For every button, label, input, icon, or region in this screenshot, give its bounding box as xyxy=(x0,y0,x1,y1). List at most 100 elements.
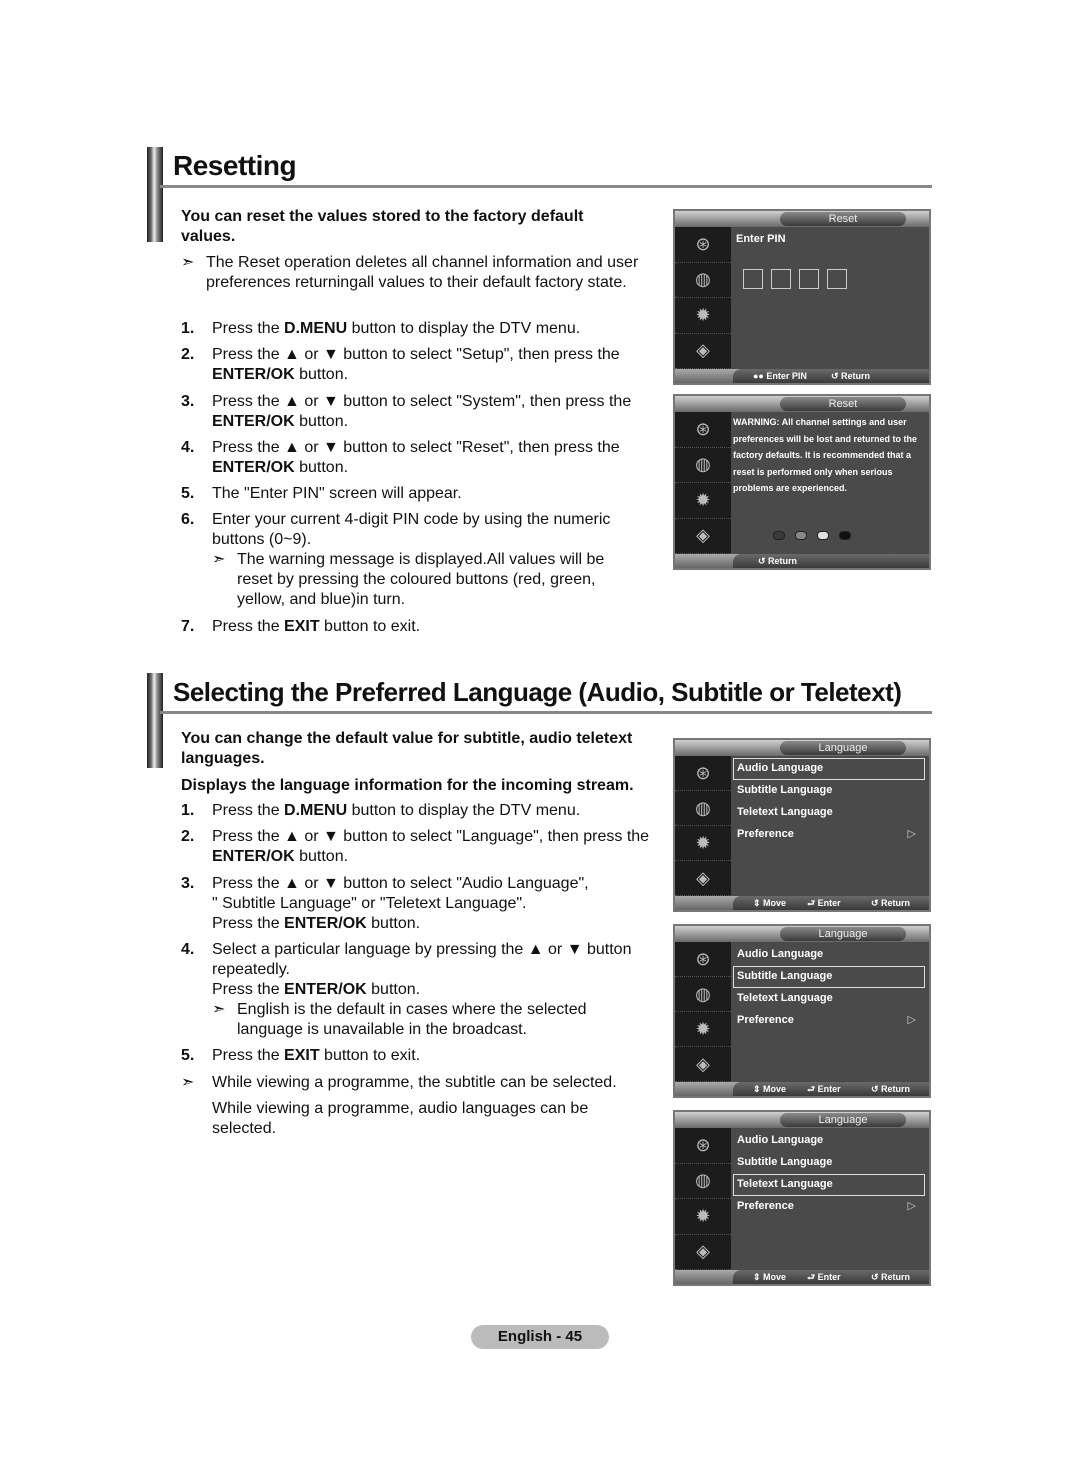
satellite-dish-icon[interactable]: ◍ xyxy=(675,977,731,1012)
note-text: While viewing a programme, the subtitle … xyxy=(212,1074,617,1091)
satellite-dish-icon[interactable]: ◍ xyxy=(675,448,731,483)
menu-item[interactable]: Audio Language xyxy=(733,944,925,966)
note-text: The Reset operation deletes all channel … xyxy=(206,254,639,291)
osd-footer-bar: ⇕ Move ⮐ Enter ↺ Return xyxy=(733,1270,929,1284)
color-button-dot[interactable] xyxy=(773,531,785,540)
menu-item-label: Preference xyxy=(737,1014,794,1026)
menu-item[interactable]: Preference ▷ xyxy=(733,824,925,846)
osd-footer: ⇕ Move ⮐ Enter ↺ Return xyxy=(675,1082,929,1096)
step-text: Press the ▲ or ▼ button to select "Reset… xyxy=(212,439,620,476)
globe-icon[interactable]: ◈ xyxy=(675,519,731,554)
menu-item[interactable]: Teletext Language xyxy=(733,1174,925,1196)
page-number-badge: English - 45 xyxy=(471,1325,609,1349)
osd-screen-language: Language ⊛ ◍ ✹ ◈ Audio Language Subtitle Langu… xyxy=(673,1110,931,1286)
step-text: Press the ▲ or ▼ button to select "Syste… xyxy=(212,393,632,430)
menu-item[interactable]: Audio Language xyxy=(733,1130,925,1152)
antenna-icon[interactable]: ⊛ xyxy=(675,227,731,263)
section-intro: You can change the default value for sub… xyxy=(181,730,633,767)
globe-icon[interactable]: ◈ xyxy=(675,1047,731,1082)
osd-title: Reset xyxy=(780,397,906,411)
footer-hint: ⇕ Move xyxy=(753,1084,787,1094)
osd-footer: ●● Enter PIN ↺ Return xyxy=(675,369,929,383)
step-text: Enter your current 4-digit PIN code by u… xyxy=(212,511,611,548)
chevron-right-icon: ▷ xyxy=(907,828,916,840)
step-number: 3. xyxy=(181,875,195,892)
arrow-icon: ➣ xyxy=(181,1074,195,1091)
menu-item[interactable]: Teletext Language xyxy=(733,802,925,824)
osd-header: Language xyxy=(675,1112,929,1128)
antenna-icon[interactable]: ⊛ xyxy=(675,412,731,448)
step-text: Press the ▲ or ▼ button to select "Langu… xyxy=(212,828,650,865)
menu-item[interactable]: Audio Language xyxy=(733,758,925,780)
gear-icon[interactable]: ✹ xyxy=(675,826,731,861)
step-number: 7. xyxy=(181,618,195,635)
step-text: Press the ▲ or ▼ button to select "Audio… xyxy=(212,875,589,932)
step-number: 6. xyxy=(181,511,195,528)
menu-item-label: Subtitle Language xyxy=(737,784,833,796)
antenna-icon[interactable]: ⊛ xyxy=(675,1128,731,1164)
section-title-language: Selecting the Preferred Language (Audio,… xyxy=(173,677,902,707)
osd-screen-language: Language ⊛ ◍ ✹ ◈ Audio Language Subtitle Langu… xyxy=(673,924,931,1098)
menu-item-label: Audio Language xyxy=(737,948,824,960)
note: ➣ The warning message is displayed.All va… xyxy=(212,550,622,610)
globe-icon[interactable]: ◈ xyxy=(675,1235,731,1270)
section-intro-2: Displays the language information for th… xyxy=(181,777,634,794)
menu-item[interactable]: Preference ▷ xyxy=(733,1010,925,1032)
osd-sidebar: ⊛ ◍ ✹ ◈ xyxy=(675,412,731,554)
step-number: 1. xyxy=(181,802,195,819)
color-button-dot[interactable] xyxy=(817,531,829,540)
osd-footer-bar: ⇕ Move ⮐ Enter ↺ Return xyxy=(733,1082,929,1096)
menu-item-label: Teletext Language xyxy=(737,1178,833,1190)
step-item: 2. Press the ▲ or ▼ button to select "Lan… xyxy=(181,827,651,867)
menu-item[interactable]: Preference ▷ xyxy=(733,1196,925,1218)
osd-sidebar: ⊛ ◍ ✹ ◈ xyxy=(675,756,731,896)
pin-digit-box[interactable] xyxy=(799,269,819,289)
gear-icon[interactable]: ✹ xyxy=(675,483,731,519)
color-buttons xyxy=(773,531,861,543)
section-intro: You can reset the values stored to the f… xyxy=(181,208,584,245)
gear-icon[interactable]: ✹ xyxy=(675,1012,731,1047)
pin-input[interactable] xyxy=(743,269,925,292)
pin-digit-box[interactable] xyxy=(827,269,847,289)
gear-icon[interactable]: ✹ xyxy=(675,1199,731,1235)
step-item: 5. Press the EXIT button to exit. xyxy=(181,1046,651,1066)
step-number: 1. xyxy=(181,320,195,337)
gear-icon[interactable]: ✹ xyxy=(675,298,731,334)
section-bar-resetting xyxy=(147,147,163,242)
arrow-icon: ➣ xyxy=(212,1001,226,1018)
pin-digit-box[interactable] xyxy=(771,269,791,289)
section-bar-language xyxy=(147,673,163,768)
antenna-icon[interactable]: ⊛ xyxy=(675,942,731,977)
color-button-dot[interactable] xyxy=(795,531,807,540)
step-text: Press the D.MENU button to display the D… xyxy=(212,320,581,337)
satellite-dish-icon[interactable]: ◍ xyxy=(675,263,731,298)
step-number: 5. xyxy=(181,485,195,502)
chevron-right-icon: ▷ xyxy=(907,1200,916,1212)
step-number: 3. xyxy=(181,393,195,410)
osd-sidebar: ⊛ ◍ ✹ ◈ xyxy=(675,1128,731,1270)
step-number: 4. xyxy=(181,941,195,958)
footer-hint: ●● Enter PIN xyxy=(753,371,807,381)
menu-item[interactable]: Teletext Language xyxy=(733,988,925,1010)
color-button-dot[interactable] xyxy=(839,531,851,540)
menu-item[interactable]: Subtitle Language xyxy=(733,1152,925,1174)
section-title-resetting: Resetting xyxy=(173,150,297,181)
note-reset: ➣ The Reset operation deletes all channe… xyxy=(181,253,656,293)
globe-icon[interactable]: ◈ xyxy=(675,334,731,369)
note: ➣ English is the default in cases where t… xyxy=(212,1000,612,1040)
footer-hint: ⇕ Move xyxy=(753,1272,787,1282)
osd-header: Language xyxy=(675,926,929,942)
footer-hint: ⮐ Enter xyxy=(807,1084,841,1094)
satellite-dish-icon[interactable]: ◍ xyxy=(675,1164,731,1199)
pin-digit-box[interactable] xyxy=(743,269,763,289)
antenna-icon[interactable]: ⊛ xyxy=(675,756,731,791)
osd-title: Language xyxy=(780,927,906,941)
warning-text: WARNING: All channel settings and user p… xyxy=(733,417,918,493)
step-number: 4. xyxy=(181,439,195,456)
osd-sidebar: ⊛ ◍ ✹ ◈ xyxy=(675,227,731,369)
menu-item[interactable]: Subtitle Language xyxy=(733,966,925,988)
satellite-dish-icon[interactable]: ◍ xyxy=(675,791,731,826)
menu-item[interactable]: Subtitle Language xyxy=(733,780,925,802)
globe-icon[interactable]: ◈ xyxy=(675,861,731,896)
step-item: 4. Select a particular language by pressi… xyxy=(181,940,651,1040)
